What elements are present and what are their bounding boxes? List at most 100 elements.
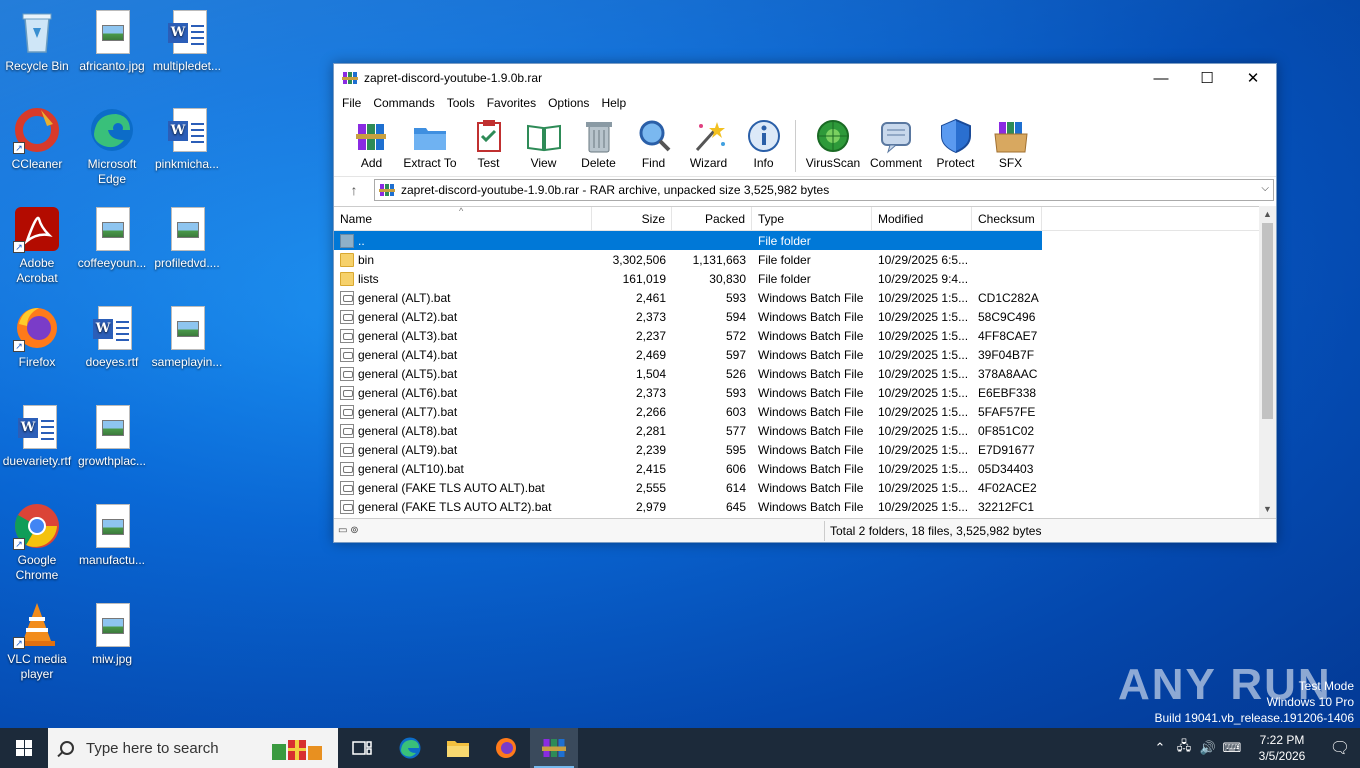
file-list-row[interactable]: general (ALT5).bat 1,504 526 Windows Batch … [334,364,1276,383]
view-button[interactable]: View [516,118,571,170]
file-cell-size: 2,979 [635,499,666,514]
file-list-row[interactable]: bin 3,302,506 1,131,663 File folder 10/29/20… [334,250,1276,269]
taskbar: Type here to search ⌃ 🖧 🔊 ⌨ 7:22 PM 3/5/… [0,728,1360,768]
desktop-icon-firefox[interactable]: ↗ Firefox [1,304,73,370]
desktop-icon-ccleaner[interactable]: ↗ CCleaner [1,106,73,172]
menu-commands[interactable]: Commands [367,96,440,110]
scrollbar-thumb[interactable] [1262,223,1273,419]
file-list-row[interactable]: general (ALT9).bat 2,239 595 Windows Batch … [334,440,1276,459]
archive-path-dropdown[interactable]: zapret-discord-youtube-1.9.0b.rar - RAR … [374,178,1274,201]
scroll-up-arrow-icon[interactable]: ▲ [1259,206,1276,223]
sfx-button[interactable]: SFX [983,118,1038,170]
desktop-icon-label: africanto.jpg [79,59,145,73]
close-button[interactable]: ✕ [1230,64,1276,92]
file-list-row[interactable]: general (ALT2).bat 2,373 594 Windows Batch … [334,307,1276,326]
column-header-size[interactable]: Size [592,207,672,231]
up-arrow-button[interactable]: ↑ [334,182,374,198]
file-name: general (ALT2).bat [358,309,458,324]
desktop-icon-google-chrome[interactable]: ↗ Google Chrome [1,502,73,583]
desktop-icon-vlc[interactable]: ↗ VLC media player [1,601,73,682]
file-cell-size: 2,281 [635,423,666,438]
info-button[interactable]: Info [736,118,791,170]
desktop-icon-doeyes[interactable]: W doeyes.rtf [76,304,148,370]
taskbar-edge-button[interactable] [386,728,434,768]
menu-tools[interactable]: Tools [441,96,481,110]
test-mode-text: Test Mode [1298,679,1354,693]
volume-icon[interactable]: 🔊 [1196,740,1220,756]
virusscan-button[interactable]: VirusScan [802,118,864,170]
windows-edition-text: Windows 10 Pro [1266,695,1354,709]
protect-button[interactable]: Protect [928,118,983,170]
menu-favorites[interactable]: Favorites [481,96,542,110]
taskbar-clock[interactable]: 7:22 PM 3/5/2026 [1244,732,1320,764]
desktop-icon-recycle-bin[interactable]: Recycle Bin [1,8,73,74]
desktop-icon-duevariety[interactable]: W duevariety.rtf [1,403,73,469]
desktop-icon-pinkmicha[interactable]: W pinkmicha... [151,106,223,172]
find-button[interactable]: Find [626,118,681,170]
minimize-button[interactable]: — [1138,64,1184,92]
network-icon[interactable]: 🖧 [1172,737,1196,759]
vlc-cone-icon: ↗ [13,601,61,649]
file-list-row[interactable]: lists 161,019 30,830 File folder 10/29/2025 … [334,269,1276,288]
taskbar-winrar-button[interactable] [530,728,578,768]
desktop-icon-adobe-acrobat[interactable]: ↗ Adobe Acrobat [1,205,73,286]
desktop-icon-growthplac[interactable]: growthplac... [76,403,148,469]
file-cell-packed: 603 [725,404,746,419]
file-list-row[interactable]: general (ALT3).bat 2,237 572 Windows Batch … [334,326,1276,345]
title-bar[interactable]: zapret-discord-youtube-1.9.0b.rar — ☐ ✕ [334,64,1276,92]
desktop-icon-profiledvd[interactable]: profiledvd.... [151,205,223,271]
file-list-row[interactable]: general (ALT).bat 2,461 593 Windows Batch F… [334,288,1276,307]
column-header-checksum[interactable]: Checksum [972,207,1042,231]
file-list-row[interactable]: general (ALT8).bat 2,281 577 Windows Batch … [334,421,1276,440]
test-button[interactable]: Test [461,118,516,170]
file-list-row[interactable]: general (ALT10).bat 2,415 606 Windows Batch… [334,459,1276,478]
comment-button[interactable]: Comment [864,118,928,170]
file-list-row[interactable]: general (FAKE TLS AUTO ALT).bat 2,555 614 W… [334,478,1276,497]
add-button[interactable]: Add [344,118,399,170]
column-header-packed[interactable]: Packed [672,207,752,231]
taskbar-search-box[interactable]: Type here to search [48,728,338,768]
word-document-icon: W [13,403,61,451]
maximize-button[interactable]: ☐ [1184,64,1230,92]
desktop-icon-manufactu[interactable]: manufactu... [76,502,148,568]
desktop-icon-coffeeyoun[interactable]: coffeeyoun... [76,205,148,271]
rar-archive-icon [379,182,395,198]
search-icon [60,741,74,755]
desktop-icon-microsoft-edge[interactable]: Microsoft Edge [76,106,148,187]
file-list-row[interactable]: general (ALT4).bat 2,469 597 Windows Batch … [334,345,1276,364]
scroll-down-arrow-icon[interactable]: ▼ [1259,501,1276,518]
keyboard-language-icon[interactable]: ⌨ [1220,740,1244,756]
desktop-icon-multipledet[interactable]: W multipledet... [151,8,223,74]
column-header-modified[interactable]: Modified [872,207,972,231]
start-button[interactable] [0,728,48,768]
file-list-row[interactable]: general (ALT7).bat 2,266 603 Windows Batch … [334,402,1276,421]
file-rows: .. File folder bin 3,302,506 1,131,663 File f… [334,231,1276,516]
file-cell-modified: 10/29/2025 1:5... [878,461,969,476]
trash-icon [581,118,617,154]
batch-file-icon [340,366,354,381]
delete-button[interactable]: Delete [571,118,626,170]
taskbar-file-explorer-button[interactable] [434,728,482,768]
wizard-button[interactable]: Wizard [681,118,736,170]
chevron-down-icon[interactable]: ⌵ [1261,183,1269,194]
vertical-scrollbar[interactable]: ▲ ▼ [1259,206,1276,518]
taskbar-firefox-button[interactable] [482,728,530,768]
extract-to-button[interactable]: Extract To [399,118,461,170]
sfx-box-icon [993,118,1029,154]
file-list-row[interactable]: general (FAKE TLS AUTO ALT2).bat 2,979 645… [334,497,1276,516]
menu-help[interactable]: Help [595,96,632,110]
column-header-type[interactable]: Type [752,207,872,231]
task-view-button[interactable] [338,728,386,768]
desktop-icon-miw[interactable]: miw.jpg [76,601,148,667]
desktop-icon-africanto[interactable]: africanto.jpg [76,8,148,74]
desktop-icon-sameplayin[interactable]: sameplayin... [151,304,223,370]
file-list-row[interactable]: .. File folder [334,231,1042,250]
file-cell-packed: 593 [725,385,746,400]
menu-options[interactable]: Options [542,96,595,110]
menu-file[interactable]: File [336,96,367,110]
winrar-app-icon [342,70,358,86]
file-list-row[interactable]: general (ALT6).bat 2,373 593 Windows Batch … [334,383,1276,402]
notification-center-icon[interactable]: 🗨 [1320,738,1360,758]
show-hidden-icons-chevron-up-icon[interactable]: ⌃ [1148,740,1172,756]
file-cell-modified: 10/29/2025 1:5... [878,404,969,419]
